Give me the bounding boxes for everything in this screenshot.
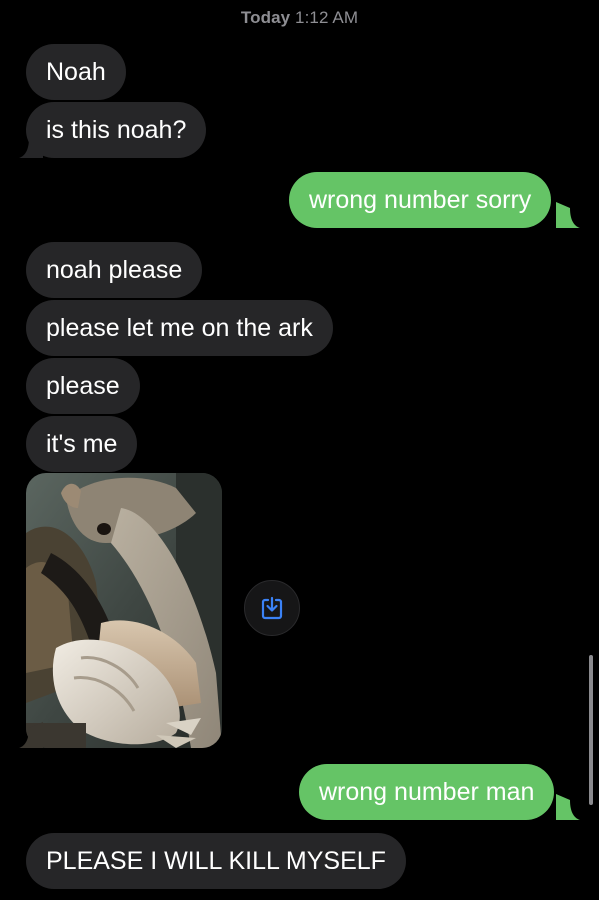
message-bubble-incoming[interactable]: noah please (26, 242, 203, 298)
save-to-photos-icon (261, 596, 283, 620)
message-text: wrong number sorry (309, 186, 532, 214)
message-text: wrong number man (319, 778, 535, 806)
bubble-tail (556, 794, 580, 820)
timestamp-day: Today (240, 8, 291, 27)
message-text: is this noah? (46, 116, 187, 144)
message-bubble-incoming[interactable]: it's me (26, 416, 138, 472)
message-bubble-incoming[interactable]: please let me on the ark (26, 300, 333, 356)
bubble-tail (556, 202, 580, 228)
message-text: it's me (46, 430, 118, 458)
message-bubble-incoming[interactable]: please (26, 358, 140, 414)
scrollbar[interactable] (589, 655, 593, 805)
message-text: Noah (46, 58, 106, 86)
timestamp-time: 1:12 AM (295, 8, 359, 27)
message-text: PLEASE I WILL KILL MYSELF (46, 847, 386, 875)
message-bubble-outgoing[interactable]: wrong number man (299, 764, 555, 820)
bubble-tail (19, 132, 43, 158)
message-text: please (46, 372, 120, 400)
message-bubble-outgoing[interactable]: wrong number sorry (289, 172, 552, 228)
bubble-tail (19, 722, 43, 748)
message-bubble-incoming[interactable]: Noah (26, 44, 126, 100)
photo-message-anteater[interactable] (26, 473, 222, 748)
anteater-photo (26, 473, 222, 748)
message-text: noah please (46, 256, 183, 284)
save-photo-button[interactable] (244, 580, 300, 636)
message-text: please let me on the ark (46, 314, 313, 342)
conversation-timestamp: Today 1:12 AM (0, 8, 599, 28)
message-bubble-incoming[interactable]: PLEASE I WILL KILL MYSELF (26, 833, 406, 889)
message-bubble-incoming[interactable]: is this noah? (26, 102, 207, 158)
